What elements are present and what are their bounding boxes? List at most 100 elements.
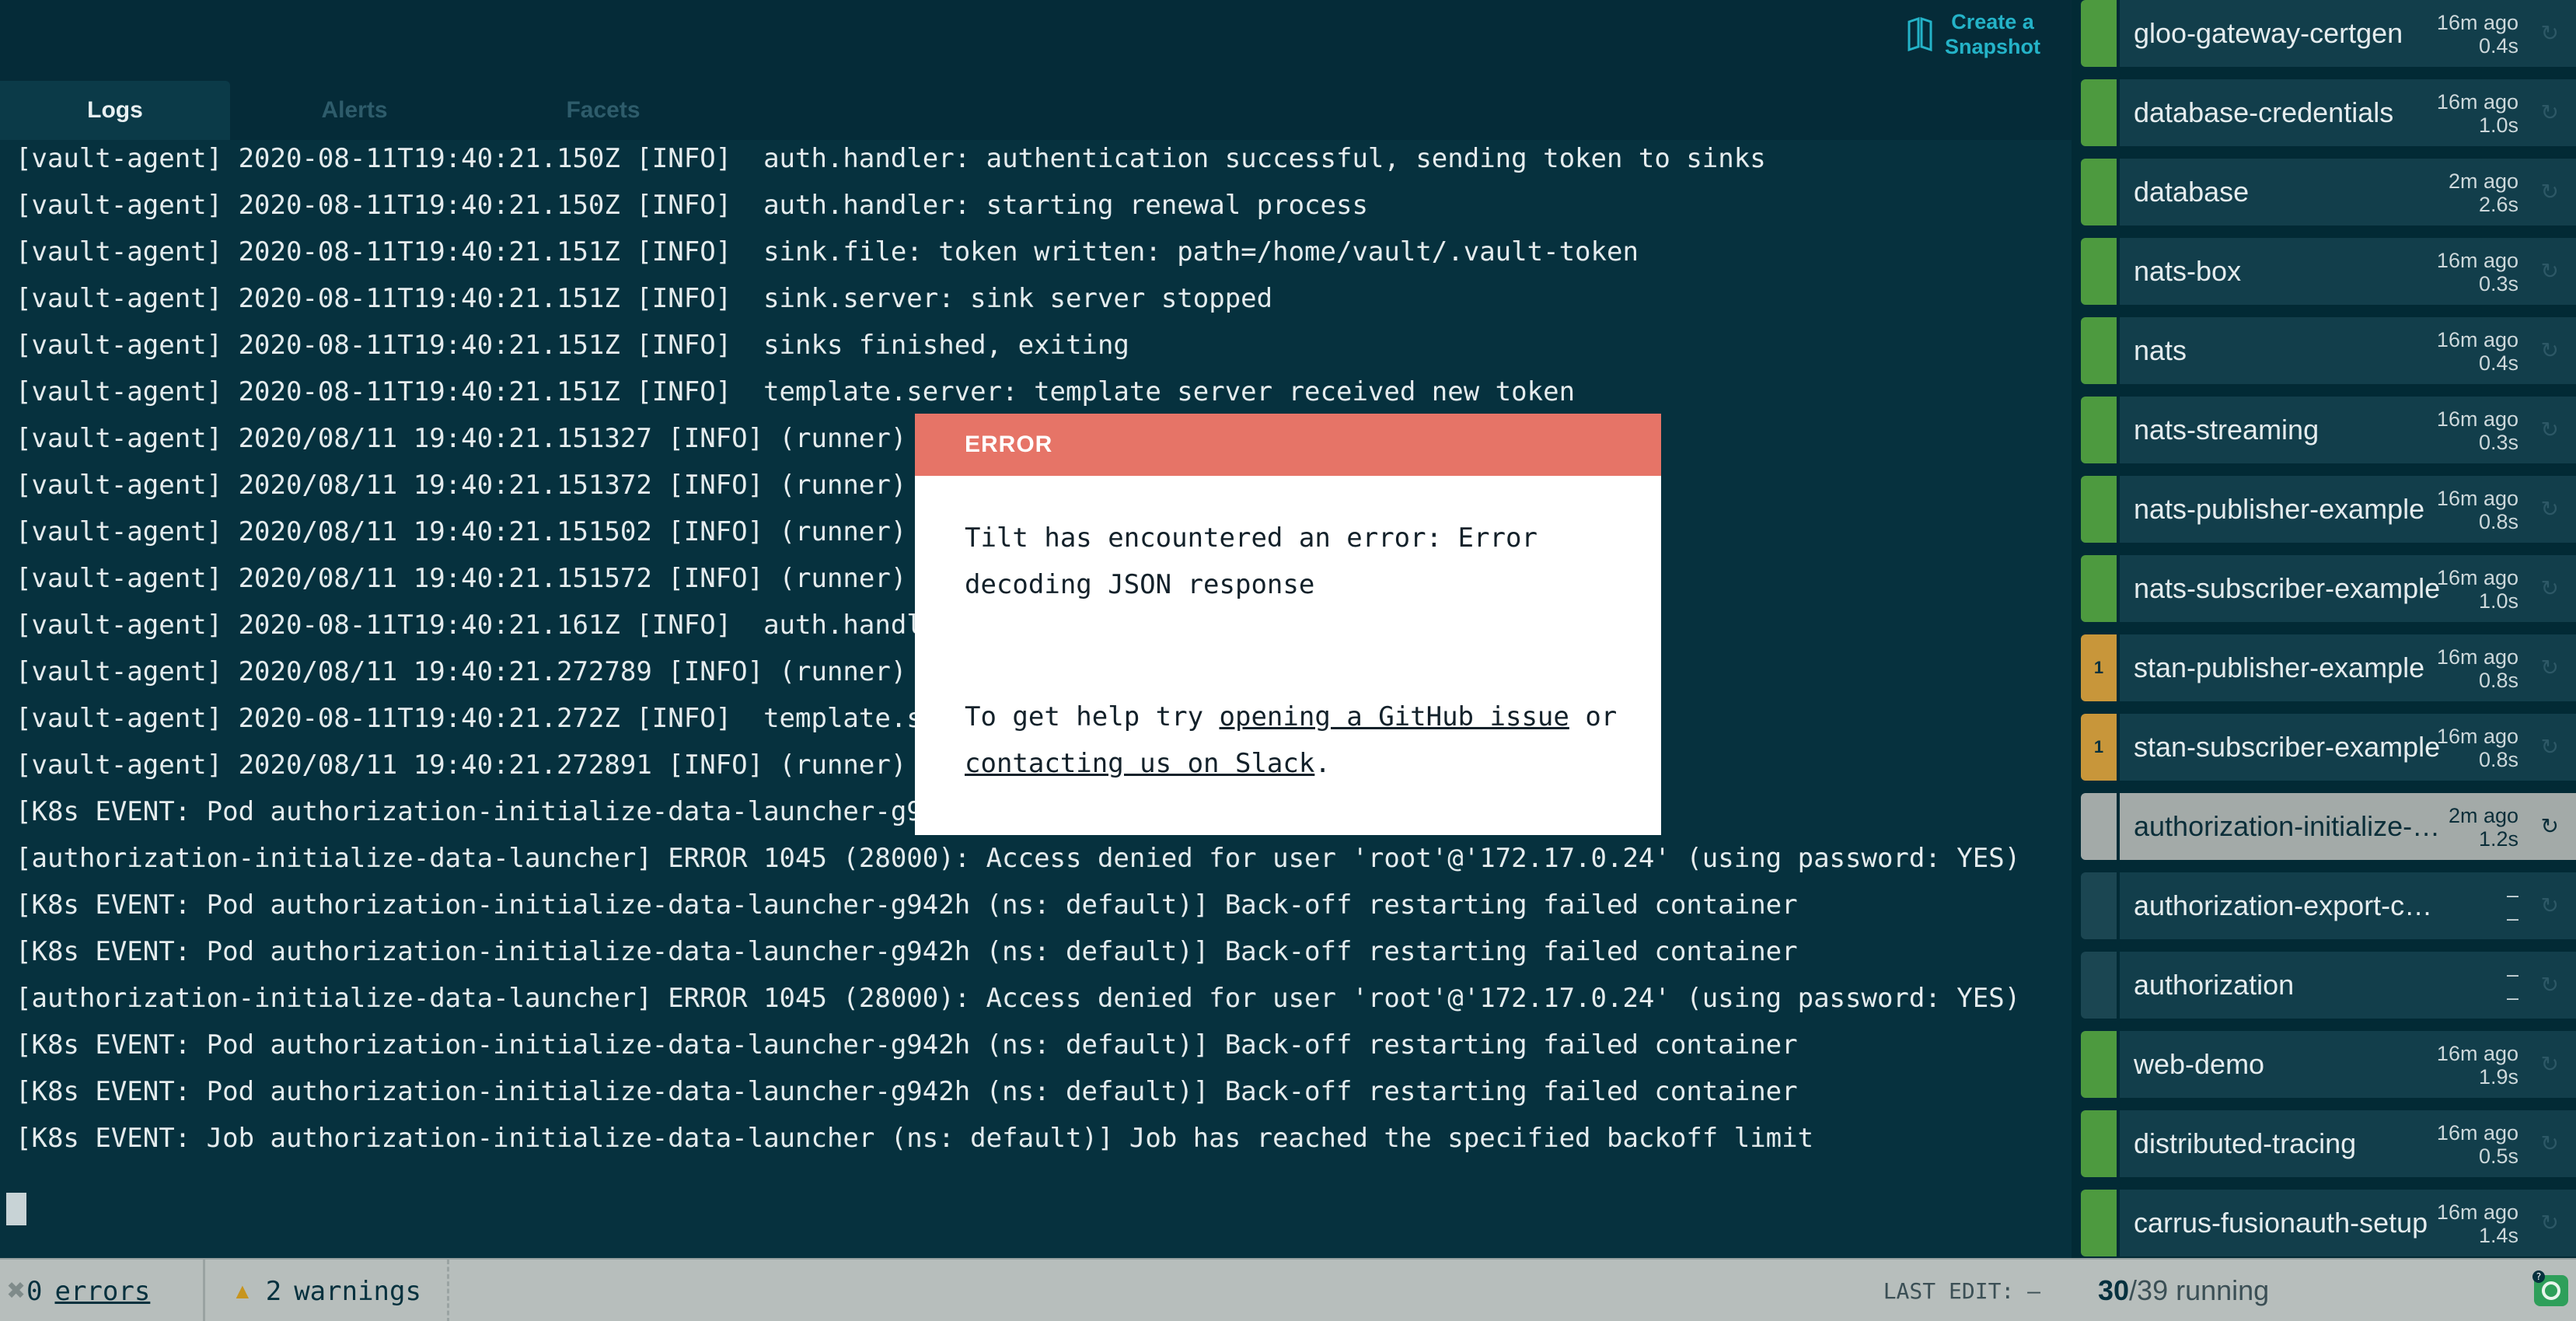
errors-link[interactable]: errors: [54, 1276, 150, 1307]
resource-duration: 1.9s: [2478, 1065, 2518, 1089]
resource-duration: –: [2506, 907, 2518, 930]
warnings-filter[interactable]: ▲ 2 warnings: [207, 1260, 449, 1321]
resource-last-update: 16m ago: [2436, 1200, 2518, 1224]
resource-item[interactable]: nats-publisher-example 16m ago 0.8s ↻: [2081, 476, 2576, 543]
resource-status-indicator: [2081, 952, 2117, 1019]
resource-status-indicator: [2081, 0, 2117, 67]
help-text: To get help try opening a GitHub issue o…: [965, 694, 1633, 787]
trigger-update-icon[interactable]: ↻: [2541, 813, 2559, 839]
help-prefix: To get help try: [965, 701, 1220, 732]
resource-item[interactable]: nats-subscriber-example 16m ago 1.0s ↻: [2081, 555, 2576, 622]
trigger-update-icon[interactable]: ↻: [2541, 258, 2559, 284]
resource-item[interactable]: 1 stan-subscriber-example 16m ago 0.8s ↻: [2081, 714, 2576, 781]
resource-last-update: –: [2506, 883, 2518, 907]
resource-name: gloo-gateway-certgen: [2134, 17, 2403, 49]
resource-name: nats-streaming: [2134, 414, 2319, 446]
trigger-update-icon[interactable]: ↻: [2541, 1131, 2559, 1156]
resource-body: authorization – – ↻: [2120, 952, 2576, 1019]
resource-item[interactable]: authorization – – ↻: [2081, 952, 2576, 1019]
resource-item[interactable]: nats-streaming 16m ago 0.3s ↻: [2081, 397, 2576, 463]
resource-duration: 1.0s: [2478, 589, 2518, 613]
log-line: [vault-agent] 2020-08-11T19:40:21.151Z […: [16, 283, 1273, 314]
resource-body: nats-box 16m ago 0.3s ↻: [2120, 238, 2576, 305]
resource-last-update: 16m ago: [2436, 11, 2518, 34]
running-current: 30: [2098, 1274, 2130, 1306]
resource-body: nats-streaming 16m ago 0.3s ↻: [2120, 397, 2576, 463]
trigger-update-icon[interactable]: ↻: [2541, 179, 2559, 204]
resource-body: authorization-initialize-data-launcher2m…: [2120, 793, 2576, 860]
resource-last-update: 16m ago: [2436, 1121, 2518, 1145]
trigger-update-icon[interactable]: ↻: [2541, 100, 2559, 125]
log-line: [authorization-initialize-data-launcher]…: [16, 983, 2021, 1014]
resource-body: carrus-fusionauth-setup 16m ago 1.4s ↻: [2120, 1190, 2576, 1256]
github-issue-link[interactable]: opening a GitHub issue: [1220, 701, 1569, 732]
tilt-logo-icon[interactable]: ?: [2531, 1269, 2571, 1309]
log-line: [K8s EVENT: Job authorization-initialize…: [16, 1123, 1814, 1154]
resource-name: distributed-tracing: [2134, 1127, 2357, 1159]
resource-status-indicator: [2081, 1031, 2117, 1098]
main-pane: Create a Snapshot Logs Alerts Facets [va…: [0, 0, 2072, 1258]
resource-item[interactable]: distributed-tracing 16m ago 0.5s ↻: [2081, 1110, 2576, 1177]
resource-status-indicator: [2081, 79, 2117, 146]
log-line: [K8s EVENT: Pod authorization-initialize…: [16, 1029, 1798, 1061]
resource-name: database: [2134, 176, 2250, 208]
resource-name: authorization-initialize-data-launcher: [2134, 810, 2445, 842]
resource-item[interactable]: database-credentials 16m ago 1.0s ↻: [2081, 79, 2576, 146]
resource-duration: –: [2506, 986, 2518, 1009]
trigger-update-icon[interactable]: ↻: [2541, 1210, 2559, 1235]
trigger-update-icon[interactable]: ↻: [2541, 1051, 2559, 1077]
resource-item[interactable]: authorization-export-config – – ↻: [2081, 872, 2576, 939]
trigger-update-icon[interactable]: ↻: [2541, 893, 2559, 918]
log-line: [K8s EVENT: Pod authorization-initialize…: [16, 936, 1798, 967]
running-count: 30/39 running ?: [2072, 1258, 2576, 1321]
resource-name: stan-subscriber-example: [2134, 731, 2441, 763]
resource-status-indicator: [2081, 1110, 2117, 1177]
errors-filter[interactable]: ✖ 0 errors: [0, 1260, 205, 1321]
trigger-update-icon[interactable]: ↻: [2541, 655, 2559, 680]
resource-duration: 0.8s: [2478, 669, 2518, 692]
resource-item[interactable]: nats-box 16m ago 0.3s ↻: [2081, 238, 2576, 305]
resource-status-indicator: [2081, 793, 2117, 860]
resource-item[interactable]: carrus-fusionauth-setup 16m ago 1.4s ↻: [2081, 1190, 2576, 1256]
trigger-update-icon[interactable]: ↻: [2541, 496, 2559, 522]
tab-alerts[interactable]: Alerts: [230, 81, 479, 140]
running-rest: /39 running: [2129, 1274, 2270, 1306]
trigger-update-icon[interactable]: ↻: [2541, 417, 2559, 442]
resource-duration: 1.4s: [2478, 1224, 2518, 1247]
resource-item[interactable]: web-demo 16m ago 1.9s ↻: [2081, 1031, 2576, 1098]
resource-last-update: –: [2506, 963, 2518, 986]
resource-status-indicator: 1: [2081, 634, 2117, 701]
resource-item[interactable]: authorization-initialize-data-launcher2m…: [2081, 793, 2576, 860]
resource-body: stan-publisher-example 16m ago 0.8s ↻: [2120, 634, 2576, 701]
resource-body: nats-publisher-example 16m ago 0.8s ↻: [2120, 476, 2576, 543]
resource-name: nats: [2134, 334, 2187, 366]
resource-status-indicator: [2081, 555, 2117, 622]
top-bar: Create a Snapshot Logs Alerts Facets: [0, 0, 2072, 140]
resource-status-indicator: 1: [2081, 714, 2117, 781]
tab-facets[interactable]: Facets: [479, 81, 728, 140]
trigger-update-icon[interactable]: ↻: [2541, 337, 2559, 363]
error-modal: ERROR Tilt has encountered an error: Err…: [915, 414, 1661, 835]
resource-body: nats-subscriber-example 16m ago 1.0s ↻: [2120, 555, 2576, 622]
resource-item[interactable]: nats 16m ago 0.4s ↻: [2081, 317, 2576, 384]
errors-count: 0: [26, 1275, 43, 1307]
trigger-update-icon[interactable]: ↻: [2541, 734, 2559, 760]
slack-link[interactable]: contacting us on Slack: [965, 748, 1314, 779]
log-line: [vault-agent] 2020-08-11T19:40:21.151Z […: [16, 376, 1576, 407]
trigger-update-icon[interactable]: ↻: [2541, 972, 2559, 998]
resource-item[interactable]: database 2m ago 2.6s ↻: [2081, 159, 2576, 225]
resource-status-indicator: [2081, 872, 2117, 939]
tab-logs[interactable]: Logs: [0, 81, 230, 140]
resource-duration: 0.4s: [2478, 34, 2518, 58]
resource-item[interactable]: 1 stan-publisher-example 16m ago 0.8s ↻: [2081, 634, 2576, 701]
resource-item[interactable]: gloo-gateway-certgen 16m ago 0.4s ↻: [2081, 0, 2576, 67]
resource-last-update: 16m ago: [2436, 249, 2518, 272]
resource-last-update: 2m ago: [2448, 804, 2518, 827]
resource-body: nats 16m ago 0.4s ↻: [2120, 317, 2576, 384]
trigger-update-icon[interactable]: ↻: [2541, 575, 2559, 601]
create-snapshot-button[interactable]: Create a Snapshot: [1906, 9, 2040, 59]
trigger-update-icon[interactable]: ↻: [2541, 20, 2559, 46]
resource-duration: 0.3s: [2478, 272, 2518, 295]
resource-name: authorization-export-config: [2134, 889, 2445, 921]
resource-duration: 2.6s: [2478, 193, 2518, 216]
